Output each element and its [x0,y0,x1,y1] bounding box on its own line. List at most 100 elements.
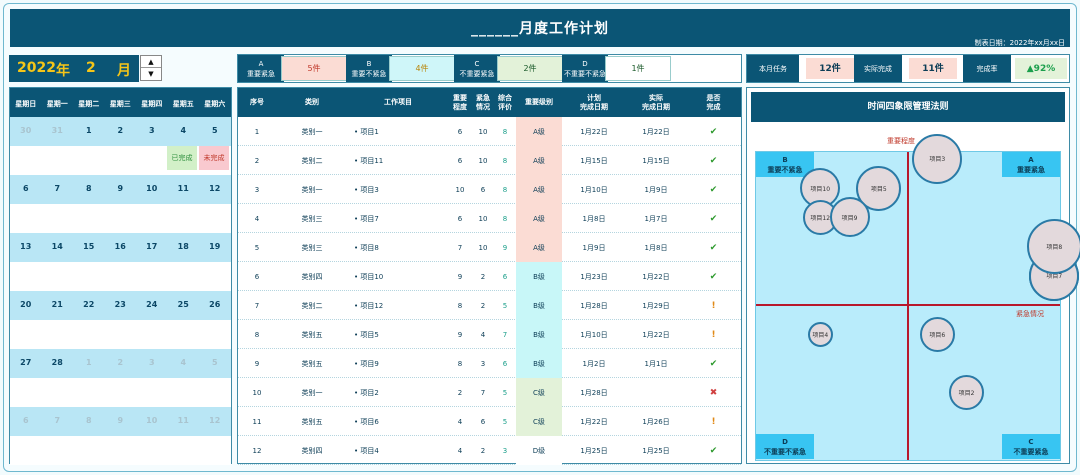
table-cell: 1月8日 [644,243,668,252]
chart-point[interactable]: 项目8 [1026,219,1080,274]
calendar-day[interactable]: 7 [42,416,74,425]
calendar-day[interactable]: 30 [10,126,42,135]
table-cell: 11 [252,417,262,426]
quadrant-label-c: C 不重要紧急 [1002,434,1060,459]
quadrant-d-label: D 不重要不紧急 [562,55,608,82]
table-cell: 6 [457,214,463,223]
y-axis-line [907,152,909,460]
calendar-day[interactable]: 6 [10,416,42,425]
calendar-day[interactable]: 23 [105,300,137,309]
calendar-day[interactable]: 14 [42,242,74,251]
calendar-day[interactable]: 9 [105,416,137,425]
table-row[interactable]: 5 类别三 • 项目8 7 10 9 A级 1月9日 1月8日 ✔ [238,233,741,262]
table-cell: • 项目8 [354,243,379,252]
table-cell: 5 [502,388,508,397]
calendar-day[interactable]: 3 [136,358,168,367]
table-cell: 1月10日 [580,185,608,194]
calendar-day[interactable]: 28 [42,358,74,367]
table-row[interactable]: 8 类别五 • 项目5 9 4 7 B级 1月10日 1月22日! [238,320,741,349]
calendar-day[interactable]: 17 [136,242,168,251]
table-row[interactable]: 7 类别二 • 项目12 8 2 5 B级 1月28日 1月29日! [238,291,741,320]
table-cell: 类别一 [301,127,323,136]
calendar-day[interactable]: 10 [136,416,168,425]
table-cell: 2 [254,156,260,165]
calendar-day[interactable]: 20 [10,300,42,309]
table-cell: 6 [457,156,463,165]
calendar-day[interactable]: 5 [199,126,231,135]
quadrant-c-count: 2件 [497,56,563,81]
calendar-day[interactable]: 7 [42,184,74,193]
table-cell: 9 [254,359,260,368]
table-row[interactable]: 6 类别四 • 项目10 9 2 6 B级 1月23日 1月22日 ✔ [238,262,741,291]
chart-point[interactable]: 项目6 [919,316,955,352]
table-row[interactable]: 12 类别四 • 项目4 4 2 3 D级 1月25日 1月25日 ✔ [238,436,741,465]
calendar-day[interactable]: 9 [105,184,137,193]
calendar-day[interactable]: 12 [199,416,231,425]
table-cell: 1月10日 [580,330,608,339]
completion-status: ! [711,416,716,427]
calendar-day[interactable]: 8 [73,416,105,425]
calendar-day[interactable]: 22 [73,300,105,309]
completion-status: ✖ [709,387,718,398]
calendar-day[interactable]: 8 [73,184,105,193]
table-cell: 6 [457,127,463,136]
calendar-day[interactable]: 13 [10,242,42,251]
calendar-day[interactable]: 19 [199,242,231,251]
calendar-day[interactable]: 1 [73,358,105,367]
quadrant-c-label: C 不重要紧急 [454,55,500,82]
calendar-day[interactable]: 2 [105,126,137,135]
calendar-day[interactable]: 6 [10,184,42,193]
table-cell: 8 [502,185,508,194]
calendar-day[interactable]: 4 [168,358,200,367]
table-cell: 1月26日 [642,417,670,426]
chart-point[interactable]: 项目3 [912,133,963,184]
table-row[interactable]: 2 类别二 • 项目11 6 10 8 A级 1月15日 1月15日 ✔ [238,146,741,175]
weekday-header: 星期二 [78,100,100,108]
chart-point[interactable]: 项目2 [949,375,984,411]
chart-point[interactable]: 项目4 [807,321,833,347]
calendar-day[interactable]: 31 [42,126,74,135]
table-row[interactable]: 1 类别一 • 项目1 6 10 8 A级 1月22日 1月22日 ✔ [238,117,741,146]
calendar-day[interactable]: 11 [168,416,200,425]
table-cell: 类别二 [301,156,323,165]
quadrant-d-count: 1件 [605,56,671,81]
calendar-day[interactable]: 24 [136,300,168,309]
calendar-day[interactable]: 10 [136,184,168,193]
table-header-cell: 重要级别 [525,98,553,106]
table-cell: 10 [478,156,488,165]
table-cell: 1月25日 [642,446,670,455]
calendar-day[interactable]: 12 [199,184,231,193]
calendar-day[interactable]: 21 [42,300,74,309]
table-cell: 10 [478,214,488,223]
table-row[interactable]: 4 类别三 • 项目7 6 10 8 A级 1月8日 1月7日 ✔ [238,204,741,233]
table-row[interactable]: 11 类别五 • 项目6 4 6 5 C级 1月22日 1月26日! [238,407,741,436]
calendar-day[interactable]: 16 [105,242,137,251]
calendar-day[interactable]: 2 [105,358,137,367]
calendar-day[interactable]: 25 [168,300,200,309]
month-up-button[interactable]: ▲ [141,56,161,68]
completion-status: ✔ [709,126,718,137]
table-header-cell: 实际 完成日期 [642,93,670,111]
page-header: ______月度工作计划 制表日期：2022年xx月xx日 [10,9,1070,47]
table-row[interactable]: 10 类别一 • 项目2 2 7 5 C级 1月28日 ✖ [238,378,741,407]
table-cell: B级 [516,320,562,349]
month-down-button[interactable]: ▼ [141,68,161,80]
calendar-day[interactable]: 18 [168,242,200,251]
table-row[interactable]: 3 类别一 • 项目3 10 6 8 A级 1月10日 1月9日 ✔ [238,175,741,204]
quadrant-name: 不重要紧急 [459,69,495,78]
calendar-day[interactable]: 15 [73,242,105,251]
calendar-day[interactable]: 11 [168,184,200,193]
calendar-day[interactable]: 1 [73,126,105,135]
calendar-day[interactable]: 26 [199,300,231,309]
table-cell: A级 [516,117,562,146]
chart-point[interactable]: 项目9 [829,197,870,238]
table-cell: 类别一 [301,388,323,397]
table-row[interactable]: 9 类别五 • 项目9 8 3 6 B级 1月2日 1月1日 ✔ [238,349,741,378]
calendar-day[interactable]: 27 [10,358,42,367]
calendar-day[interactable]: 3 [136,126,168,135]
table-cell: 类别二 [301,301,323,310]
calendar-day[interactable]: 5 [199,358,231,367]
quadrant-label-text: 不重要不紧急 [764,448,806,456]
calendar-day[interactable]: 4 [168,126,200,135]
month-spinner[interactable]: ▲ ▼ [140,55,162,81]
